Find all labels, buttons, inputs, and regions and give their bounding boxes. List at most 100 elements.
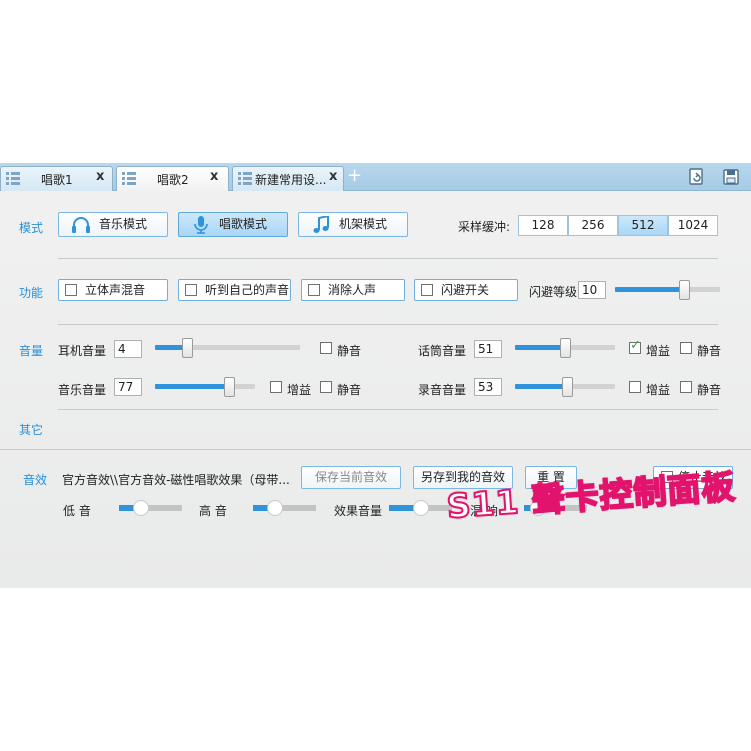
refresh-icon[interactable]: [688, 168, 706, 186]
gain-label: 增益: [287, 383, 312, 397]
slider-fill: [515, 384, 567, 389]
slider-thumb[interactable]: [182, 338, 193, 358]
section-label-effects: 音效: [23, 473, 48, 487]
treble-slider[interactable]: [253, 500, 316, 516]
divider: [58, 258, 718, 259]
slider-fill: [155, 384, 229, 389]
gain-label: 增益: [646, 344, 671, 358]
ducking-level-label: 闪避等级: [529, 285, 578, 299]
button-label: 音乐模式: [99, 217, 148, 231]
vocal-remove-toggle[interactable]: 消除人声: [301, 279, 405, 301]
headphone-volume-label: 耳机音量: [58, 344, 107, 358]
checkbox-label: 听到自己的声音: [205, 283, 290, 297]
slider-thumb[interactable]: [562, 377, 573, 397]
tab-label: 唱歌1: [41, 173, 73, 187]
save-icon[interactable]: [722, 168, 740, 186]
bass-slider[interactable]: [119, 500, 182, 516]
headphone-volume-value[interactable]: 4: [114, 340, 142, 358]
section-label-volume: 音量: [19, 344, 44, 358]
buffer-option-512[interactable]: 512: [618, 215, 668, 236]
divider: [58, 324, 718, 325]
tab-sing2[interactable]: 唱歌2 x: [116, 166, 229, 191]
slider-thumb[interactable]: [560, 338, 571, 358]
music-mute-checkbox[interactable]: [320, 381, 332, 393]
grid-icon: [122, 172, 136, 186]
record-mute-checkbox[interactable]: [680, 381, 692, 393]
treble-label: 高 音: [199, 504, 227, 518]
slider-thumb[interactable]: [133, 500, 149, 516]
record-gain-checkbox[interactable]: [629, 381, 641, 393]
buffer-option-1024[interactable]: 1024: [668, 215, 718, 236]
bass-label: 低 音: [63, 504, 91, 518]
slider-fill: [615, 287, 684, 292]
buffer-label: 采样缓冲:: [458, 220, 511, 234]
checkbox[interactable]: [308, 284, 320, 296]
tab-bar: 唱歌1 x 唱歌2 x 新建常用设... x +: [0, 163, 751, 191]
ducking-level-slider[interactable]: [615, 279, 720, 300]
button-label: 机架模式: [339, 217, 388, 231]
button-label: 唱歌模式: [219, 217, 268, 231]
music-volume-slider[interactable]: [155, 376, 255, 397]
checkbox[interactable]: [65, 284, 77, 296]
microphone-icon: [194, 216, 208, 234]
slider-thumb[interactable]: [679, 280, 690, 300]
hear-self-toggle[interactable]: 听到自己的声音: [178, 279, 291, 301]
record-volume-value[interactable]: 53: [474, 378, 502, 396]
mute-label: 静音: [697, 383, 722, 397]
buffer-option-256[interactable]: 256: [568, 215, 618, 236]
sing-mode-button[interactable]: 唱歌模式: [178, 212, 288, 237]
tab-new-preset[interactable]: 新建常用设... x: [232, 166, 344, 191]
music-mode-button[interactable]: 音乐模式: [58, 212, 168, 237]
mic-volume-slider[interactable]: [515, 337, 615, 358]
slider-thumb[interactable]: [413, 500, 429, 516]
stereo-mix-toggle[interactable]: 立体声混音: [58, 279, 168, 301]
grid-icon: [6, 172, 20, 186]
close-icon[interactable]: x: [210, 169, 218, 184]
effect-volume-slider[interactable]: [389, 500, 452, 516]
slider-thumb[interactable]: [224, 377, 235, 397]
tab-label: 新建常用设...: [255, 173, 327, 187]
mic-volume-value[interactable]: 51: [474, 340, 502, 358]
mute-label: 静音: [337, 383, 362, 397]
checkbox-label: 闪避开关: [441, 283, 490, 297]
current-effect-name: 官方音效\\官方音效-磁性唱歌效果（母带...: [62, 473, 290, 487]
music-volume-label: 音乐音量: [58, 383, 107, 397]
checkbox[interactable]: [421, 284, 433, 296]
buffer-option-128[interactable]: 128: [518, 215, 568, 236]
grid-icon: [238, 172, 252, 186]
slider-fill: [515, 345, 565, 350]
mute-label: 静音: [337, 344, 362, 358]
tab-label: 唱歌2: [157, 173, 189, 187]
effect-volume-label: 效果音量: [334, 504, 383, 518]
save-current-effect-button[interactable]: 保存当前音效: [301, 466, 401, 489]
mic-volume-label: 话筒音量: [418, 344, 467, 358]
headphone-mute-checkbox[interactable]: [320, 342, 332, 354]
rack-mode-button[interactable]: 机架模式: [298, 212, 408, 237]
checkbox-label: 消除人声: [328, 283, 377, 297]
music-note-icon: [313, 216, 329, 233]
record-volume-slider[interactable]: [515, 376, 615, 397]
checkbox-label: 立体声混音: [85, 283, 146, 297]
music-gain-checkbox[interactable]: [270, 381, 282, 393]
music-volume-value[interactable]: 77: [114, 378, 142, 396]
slider-thumb[interactable]: [267, 500, 283, 516]
mic-gain-checkbox[interactable]: [629, 338, 641, 354]
section-label-mode: 模式: [19, 221, 44, 235]
ducking-level-value[interactable]: 10: [578, 281, 606, 299]
tab-sing1[interactable]: 唱歌1 x: [0, 166, 113, 191]
divider: [58, 409, 718, 410]
record-volume-label: 录音音量: [418, 383, 467, 397]
section-label-function: 功能: [19, 286, 44, 300]
close-icon[interactable]: x: [329, 169, 337, 184]
add-tab-button[interactable]: +: [347, 166, 362, 186]
divider: [0, 449, 751, 450]
mute-label: 静音: [697, 344, 722, 358]
gain-label: 增益: [646, 383, 671, 397]
section-label-other: 其它: [19, 423, 44, 437]
close-icon[interactable]: x: [96, 169, 104, 184]
checkbox[interactable]: [185, 284, 197, 296]
headphone-volume-slider[interactable]: [155, 337, 300, 358]
mic-mute-checkbox[interactable]: [680, 342, 692, 354]
ducking-toggle[interactable]: 闪避开关: [414, 279, 518, 301]
headphones-icon: [72, 217, 90, 233]
